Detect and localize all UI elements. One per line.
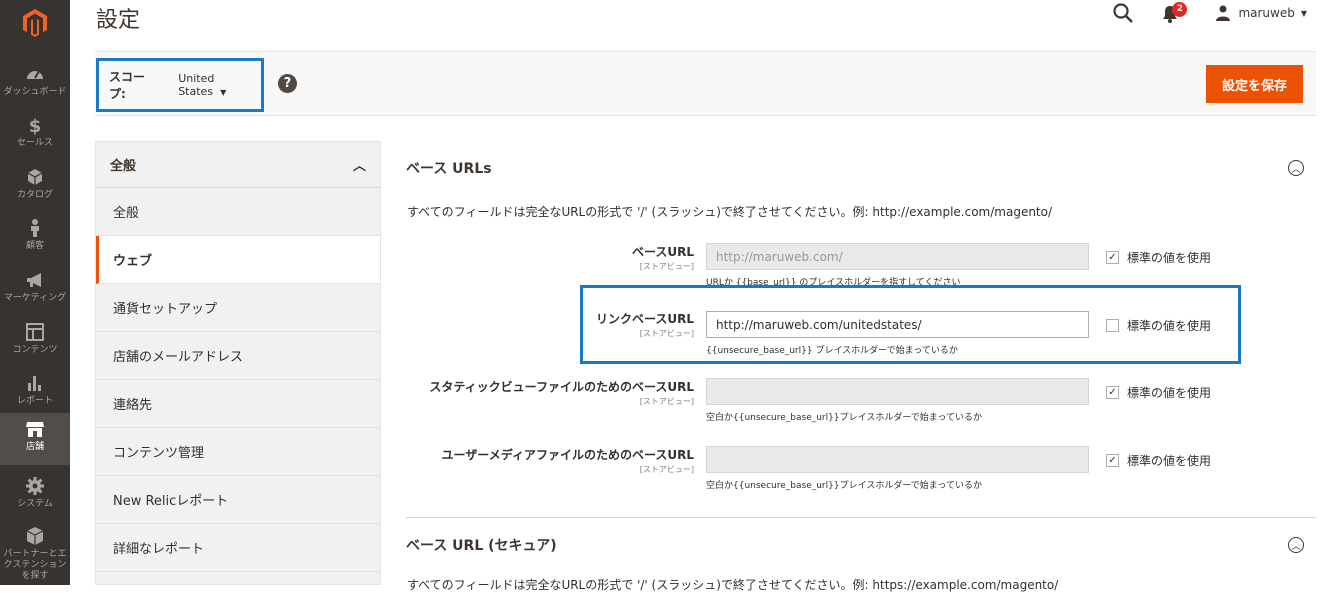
notifications-button[interactable]: 2 [1162,2,1188,24]
notification-count-badge: 2 [1172,2,1188,17]
username: maruweb [1238,6,1295,20]
sidebar-item-label: 店舗 [25,442,44,452]
scope-switcher: スコープ: United States ▼ [96,58,264,112]
tab-currency-setup[interactable]: 通貨セットアップ [96,284,380,332]
sidebar-item-label: 顧客 [25,241,44,251]
sidebar-item-sales[interactable]: $ セールス [0,109,70,161]
link-base-url-input[interactable] [706,311,1089,338]
checkbox-checked-icon: ✓ [1106,251,1119,264]
page-title: 設定 [96,8,141,33]
scope-label: スコープ: [109,70,146,101]
static-view-base-url-label: スタティックビューファイルのためのベースURL [ストアビュー] [406,378,694,407]
section-divider [406,517,1316,518]
bar-chart-icon [28,376,41,391]
tab-advanced-reporting[interactable]: 詳細なレポート [96,524,380,572]
section-base-urls-header[interactable]: ベース URLs ︿ [406,158,1316,178]
chevron-down-icon: ▼ [1300,8,1307,18]
sidebar-item-content[interactable]: コンテンツ [0,316,70,368]
link-base-url-use-default[interactable]: 標準の値を使用 [1106,317,1211,334]
tab-contacts[interactable]: 連絡先 [96,380,380,428]
tab-web[interactable]: ウェブ [96,236,380,284]
tab-content-management[interactable]: コンテンツ管理 [96,428,380,476]
layout-icon [26,323,44,341]
sidebar-item-label: セールス [16,138,53,148]
person-icon [31,219,39,237]
section-title: ベース URL (セキュア) [406,538,557,554]
sidebar-item-system[interactable]: システム [0,470,70,522]
scope-hint: [ストアビュー] [639,397,694,406]
sidebar-item-label: レポート [16,396,53,406]
scope-hint: [ストアビュー] [639,465,694,474]
chevron-up-icon: ︿ [352,159,366,174]
scope-hint: [ストアビュー] [639,329,694,338]
tab-new-relic[interactable]: New Relicレポート [96,476,380,524]
user-media-base-url-input[interactable] [706,446,1089,473]
static-view-base-url-input[interactable] [706,378,1089,405]
static-view-base-url-use-default[interactable]: ✓ 標準の値を使用 [1106,384,1211,401]
checkbox-checked-icon: ✓ [1106,454,1119,467]
sidebar-item-label: カタログ [16,190,53,200]
link-base-url-label: リンクベースURL [ストアビュー] [406,310,694,339]
link-base-url-note: {{unsecure_base_url}} プレイスホルダーで始まっているか [706,346,958,356]
sidebar-item-marketing[interactable]: マーケティング [0,264,70,316]
dashboard-icon [27,70,43,79]
tab-group-title: 全般 [110,159,137,174]
magento-logo[interactable] [0,0,70,46]
section-base-urls-secure-header[interactable]: ベース URL (セキュア) ︿ [406,535,1316,555]
user-media-base-url-note: 空白か{{unsecure_base_url}}プレイスホルダーで始まっているか [706,481,982,491]
sidebar-item-label: システム [17,499,53,509]
dollar-icon: $ [29,116,42,135]
tab-group-general[interactable]: 全般 ︿ [96,142,380,188]
section-title: ベース URLs [406,161,492,177]
chevron-down-icon: ▼ [220,88,227,97]
magento-logo-icon [23,9,47,37]
checkbox-checked-icon: ✓ [1106,386,1119,399]
user-media-base-url-use-default[interactable]: ✓ 標準の値を使用 [1106,452,1211,469]
search-icon[interactable] [1112,2,1134,24]
base-url-use-default[interactable]: ✓ 標準の値を使用 [1106,249,1211,266]
base-url-input[interactable] [706,243,1089,270]
megaphone-icon [27,273,41,287]
sidebar-item-dashboard[interactable]: ダッシュボード [0,58,70,110]
static-view-base-url-note: 空白か{{unsecure_base_url}}プレイスホルダーで始まっているか [706,413,982,423]
scope-help-icon[interactable]: ? [278,74,297,93]
user-menu[interactable]: maruweb ▼ [1216,5,1307,21]
store-icon [26,422,44,437]
admin-sidebar: ダッシュボード $ セールス カタログ 顧客 マーケティング コンテンツ レポー… [0,0,70,585]
scope-value: United States [178,72,215,98]
sidebar-item-partners[interactable]: パートナーとエクステンションを探す [0,520,70,585]
user-icon [1216,5,1231,21]
config-tabs: 全般 ︿ 全般 ウェブ 通貨セットアップ 店舗のメールアドレス 連絡先 コンテン… [95,141,381,585]
sidebar-item-catalog[interactable]: カタログ [0,161,70,213]
user-media-base-url-label: ユーザーメディアファイルのためのベースURL [ストアビュー] [406,446,694,475]
header-actions: 2 maruweb ▼ [1112,0,1307,26]
gear-icon [26,477,44,495]
checkbox-unchecked-icon [1106,319,1119,332]
box-icon [27,169,43,185]
tab-store-email[interactable]: 店舗のメールアドレス [96,332,380,380]
sidebar-item-label: コンテンツ [12,345,58,355]
section-description: すべてのフィールドは完全なURLの形式で '/' (スラッシュ)で終了させてくだ… [407,205,1053,219]
sidebar-item-stores[interactable]: 店舗 [0,413,70,465]
scope-dropdown[interactable]: United States ▼ [178,72,261,98]
sidebar-item-customers[interactable]: 顧客 [0,212,70,264]
page-actions-bar: スコープ: United States ▼ ? 設定を保存 [95,51,1316,116]
tab-general[interactable]: 全般 [96,188,380,236]
sidebar-item-reports[interactable]: レポート [0,367,70,419]
base-url-label: ベースURL [ストアビュー] [406,243,694,272]
sidebar-item-label: パートナーとエクステンションを探す [3,549,67,581]
collapse-icon[interactable]: ︿ [1288,160,1304,176]
scope-hint: [ストアビュー] [639,262,694,271]
sidebar-item-label: マーケティング [3,293,67,303]
save-config-button[interactable]: 設定を保存 [1206,65,1303,103]
cube-icon [26,527,44,545]
sidebar-item-label: ダッシュボード [3,87,67,97]
svg-text:$: $ [29,116,42,135]
collapse-icon[interactable]: ︿ [1288,537,1304,553]
